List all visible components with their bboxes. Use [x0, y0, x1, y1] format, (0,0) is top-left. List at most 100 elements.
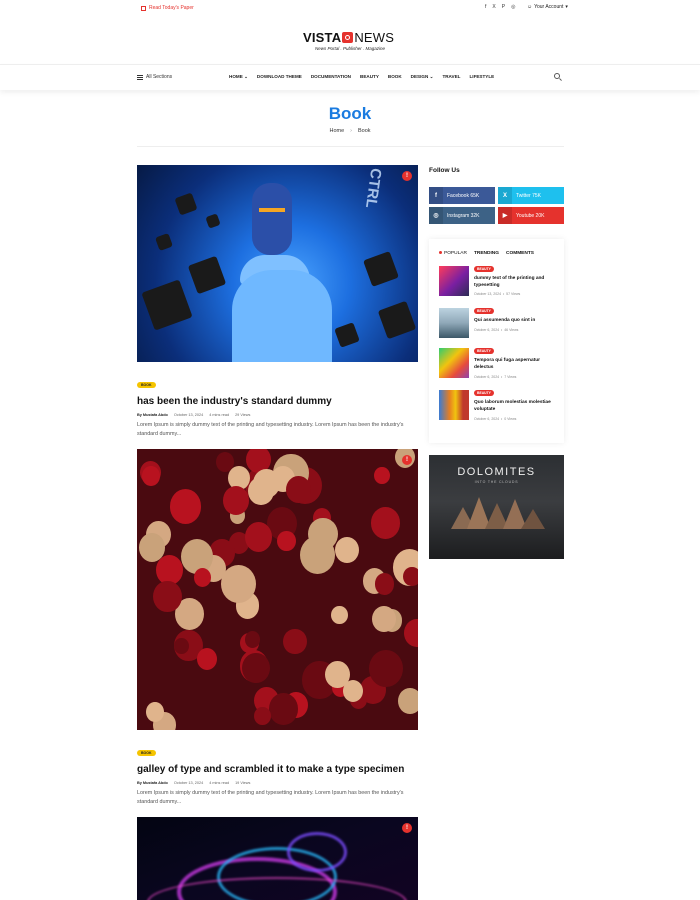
post-image[interactable]: !	[137, 449, 418, 730]
category-badge[interactable]: BEAUTY	[474, 266, 494, 272]
list-item-title[interactable]: Quo laborum molestias molestiae voluptat…	[474, 400, 554, 413]
breadcrumb: Home › Book	[0, 128, 700, 134]
post-image[interactable]: !	[137, 817, 418, 900]
list-item[interactable]: BEAUTY Quo laborum molestias molestiae v…	[439, 390, 557, 422]
ad-subtitle: INTO THE CLOUDS	[474, 480, 519, 484]
chevron-down-icon: ▾	[565, 4, 568, 10]
list-item[interactable]: BEAUTY dummy text of the printing and ty…	[439, 266, 557, 298]
facebook-icon[interactable]: f	[485, 4, 486, 10]
category-badge[interactable]: BEAUTY	[474, 348, 494, 354]
nav-item-book[interactable]: BOOK	[388, 74, 402, 80]
instagram-icon[interactable]: ◎	[511, 4, 515, 10]
x-icon[interactable]: X	[492, 4, 495, 10]
twitter-count: Twitter 75K	[516, 192, 542, 199]
post-views: 19 Views	[235, 781, 251, 785]
nav-item-beauty[interactable]: BEAUTY	[360, 74, 379, 80]
post-views: 29 Views	[235, 413, 251, 417]
popular-tabs: POPULAR TRENDING COMMENTS	[439, 251, 534, 256]
search-icon[interactable]	[554, 73, 560, 79]
instagram-count: Instagram 32K	[447, 212, 480, 219]
post-image[interactable]: CTRL !	[137, 165, 418, 362]
post-read-time: 4 mins read	[209, 413, 230, 417]
post-author[interactable]: By Mustafa Abdo	[137, 413, 168, 417]
thumbnail[interactable]	[439, 348, 469, 378]
list-item-meta: October 6, 2024 • 7 Views	[474, 375, 517, 379]
nav-menu: HOME ⌄ DOWNLOAD THEME DOCUMENTATION BEAU…	[229, 74, 494, 80]
read-paper-label: Read Today's Paper	[149, 5, 194, 11]
instagram-icon: ◎	[429, 207, 443, 224]
all-sections-button[interactable]: All Sections	[137, 74, 172, 80]
breadcrumb-home[interactable]: Home	[329, 128, 344, 134]
post-read-time: 4 mins read	[209, 781, 230, 785]
post-meta: By Mustafa Abdo October 13, 2024 4 mins …	[137, 781, 418, 785]
nav-item-documentation[interactable]: DOCUMENTATION	[311, 74, 351, 80]
list-item[interactable]: BEAUTY Qui assumenda quo sint in October…	[439, 308, 557, 340]
post-date: October 13, 2024	[173, 781, 204, 785]
post-date: October 13, 2024	[173, 413, 204, 417]
post-card: ! BOOK galley of type and scrambled it t…	[137, 449, 418, 807]
account-menu[interactable]: ☺ Your Account ▾	[527, 4, 568, 10]
breadcrumb-separator-icon: ›	[350, 128, 352, 134]
post-meta: By Mustafa Abdo October 13, 2024 4 mins …	[137, 413, 418, 417]
top-social-icons: f X P ◎	[485, 4, 515, 10]
breadcrumb-current: Book	[357, 128, 371, 134]
list-item-title[interactable]: Tempora qui fuga aspernatur delectus	[474, 358, 554, 371]
popular-widget: POPULAR TRENDING COMMENTS BEAUTY dummy t…	[429, 239, 564, 443]
category-badge[interactable]: BEAUTY	[474, 308, 494, 314]
facebook-button[interactable]: f Facebook 65K	[429, 187, 495, 204]
x-icon: X	[498, 187, 512, 204]
thumbnail[interactable]	[439, 390, 469, 420]
post-title[interactable]: galley of type and scrambled it to make …	[137, 764, 418, 775]
list-item-title[interactable]: Qui assumenda quo sint in	[474, 318, 554, 325]
post-card: CTRL ! BOOK has been the industry's stan…	[137, 165, 418, 439]
list-item[interactable]: BEAUTY Tempora qui fuga aspernatur delec…	[439, 348, 557, 380]
facebook-icon: f	[429, 187, 443, 204]
pin-icon[interactable]: !	[402, 171, 412, 181]
thumbnail[interactable]	[439, 308, 469, 338]
all-sections-label: All Sections	[146, 74, 173, 80]
post-card: !	[137, 817, 418, 900]
category-badge[interactable]: BOOK	[137, 750, 156, 756]
nav-item-travel[interactable]: TRAVEL	[442, 74, 460, 80]
pin-icon[interactable]: !	[402, 823, 412, 833]
post-excerpt: Lorem Ipsum is simply dummy text of the …	[137, 422, 404, 437]
site-logo[interactable]: VISTA NEWS News Portal . Publisher . Mag…	[303, 30, 399, 52]
twitter-button[interactable]: X Twitter 75K	[498, 187, 564, 204]
follow-us-heading: Follow Us	[429, 167, 460, 174]
list-item-title[interactable]: dummy text of the printing and typesetti…	[474, 276, 554, 289]
logo-mark-icon	[342, 32, 354, 43]
instagram-button[interactable]: ◎ Instagram 32K	[429, 207, 495, 224]
chevron-down-icon: ⌄	[429, 74, 434, 79]
list-item-meta: October 13, 2024 • 57 Views	[474, 292, 521, 296]
user-icon: ☺	[527, 4, 533, 10]
pin-icon[interactable]: !	[402, 455, 412, 465]
top-bar: Read Today's Paper f X P ◎ ☺ Your Accoun…	[0, 0, 700, 16]
hamburger-icon	[137, 74, 143, 80]
tab-comments[interactable]: COMMENTS	[506, 251, 534, 256]
tab-popular[interactable]: POPULAR	[439, 251, 467, 256]
post-author[interactable]: By Mustafa Abdo	[137, 781, 168, 785]
youtube-icon: ▶	[498, 207, 512, 224]
logo-news: NEWS	[354, 30, 395, 45]
chevron-down-icon: ⌄	[244, 74, 248, 79]
dolomites-ad-banner[interactable]: DOLOMITES INTO THE CLOUDS	[429, 455, 564, 559]
nav-item-lifestyle[interactable]: LIFESTYLE	[469, 74, 494, 80]
facebook-count: Facebook 65K	[447, 192, 480, 199]
logo-tagline: News Portal . Publisher . Magazine	[315, 46, 386, 51]
read-paper-link[interactable]: Read Today's Paper	[141, 5, 194, 11]
pinterest-icon[interactable]: P	[502, 4, 505, 10]
youtube-count: Youtube 20K	[516, 212, 545, 219]
youtube-button[interactable]: ▶ Youtube 20K	[498, 207, 564, 224]
nav-item-design[interactable]: DESIGN ⌄	[411, 74, 434, 80]
thumbnail[interactable]	[439, 266, 469, 296]
newspaper-icon	[141, 5, 146, 11]
nav-item-home[interactable]: HOME ⌄	[229, 74, 248, 80]
post-excerpt: Lorem Ipsum is simply dummy text of the …	[137, 790, 404, 805]
category-badge[interactable]: BOOK	[137, 382, 156, 388]
logo-vista: VISTA	[303, 30, 342, 45]
active-dot-icon	[439, 251, 442, 254]
category-badge[interactable]: BEAUTY	[474, 390, 494, 396]
nav-item-download-theme[interactable]: DOWNLOAD THEME	[257, 74, 302, 80]
post-title[interactable]: has been the industry's standard dummy	[137, 396, 418, 407]
tab-trending[interactable]: TRENDING	[474, 251, 499, 256]
